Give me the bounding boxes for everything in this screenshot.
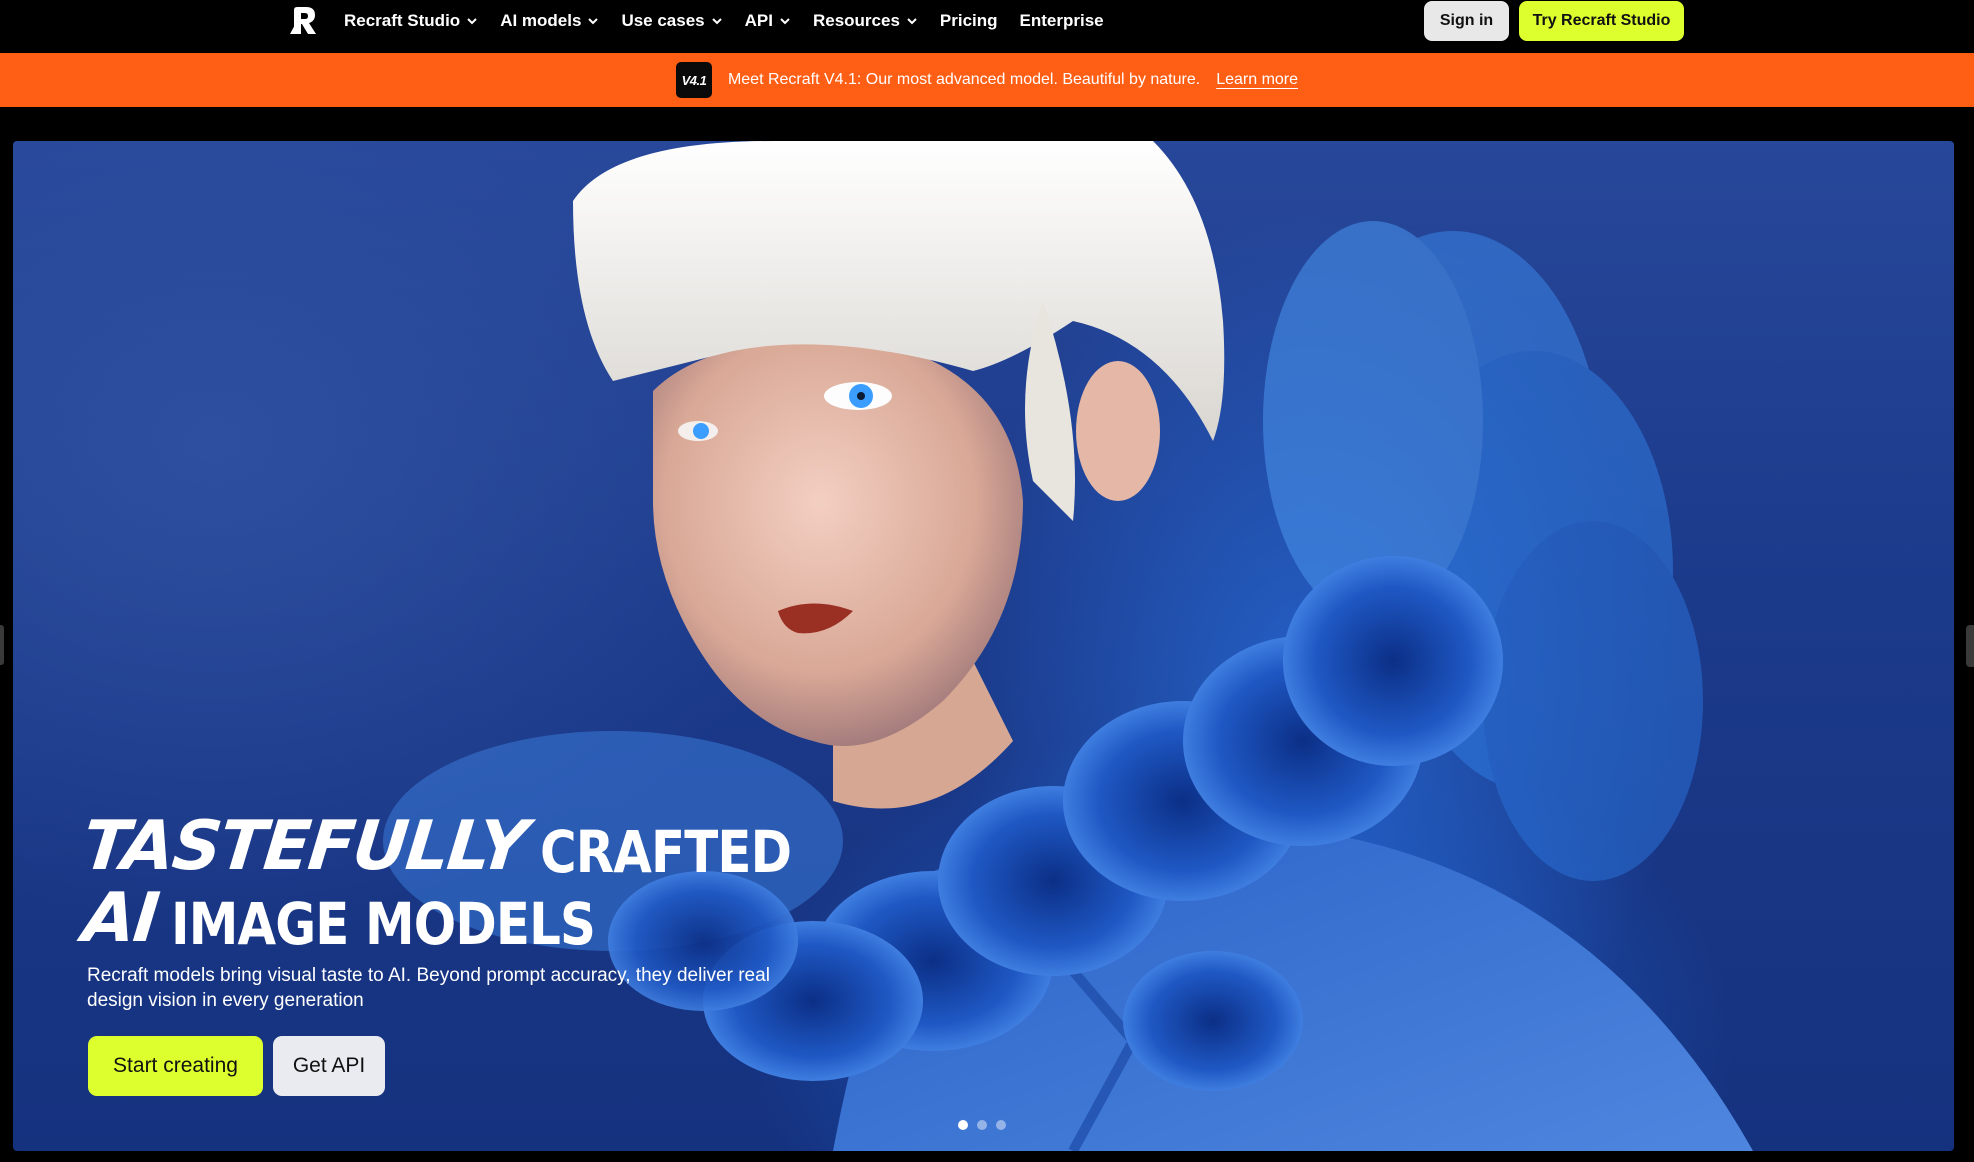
nav-item-label: AI models [500, 11, 582, 30]
nav-item-api[interactable]: API [745, 11, 791, 31]
chevron-down-icon [780, 18, 790, 25]
start-creating-button[interactable]: Start creating [88, 1036, 263, 1096]
nav-item-ai-models[interactable]: AI models [500, 11, 599, 31]
headline-line-2: AI IMAGE MODELS [79, 879, 843, 958]
hero-headline: TASTEFULLY CRAFTED AI IMAGE MODELS [79, 807, 843, 958]
learn-more-link[interactable]: Learn more [1216, 71, 1298, 89]
nav-item-use-cases[interactable]: Use cases [621, 11, 722, 31]
get-api-button[interactable]: Get API [273, 1036, 385, 1096]
try-recraft-studio-button[interactable]: Try Recraft Studio [1519, 1, 1684, 41]
headline-italic-word: TASTEFULLY [78, 807, 530, 886]
nav-item-label: Enterprise [1019, 11, 1104, 30]
nav-item-enterprise[interactable]: Enterprise [1020, 11, 1104, 31]
carousel-dot[interactable] [977, 1120, 987, 1130]
nav-item-label: Pricing [939, 11, 998, 30]
chevron-down-icon [907, 18, 917, 25]
carousel-dot[interactable] [996, 1120, 1006, 1130]
version-badge: V4.1 [675, 62, 712, 98]
nav-item-recraft-studio[interactable]: Recraft Studio [344, 11, 478, 31]
nav-item-pricing[interactable]: Pricing [940, 11, 998, 31]
hero-carousel: TASTEFULLY CRAFTED AI IMAGE MODELS Recra… [13, 141, 1954, 1151]
sign-in-button[interactable]: Sign in [1424, 1, 1509, 41]
headline-line-1: TASTEFULLY CRAFTED [79, 807, 843, 886]
nav-item-label: API [744, 11, 773, 30]
left-scroll-handle[interactable] [0, 625, 4, 665]
chevron-down-icon [588, 18, 599, 25]
announcement-banner: V4.1 Meet Recraft V4.1: Our most advance… [0, 53, 1974, 107]
carousel-dot[interactable] [958, 1120, 968, 1130]
hero-subtext: Recraft models bring visual taste to AI.… [87, 965, 770, 1011]
headline-italic-word: AI [78, 879, 162, 958]
carousel-dots [958, 1120, 1006, 1130]
nav-item-label: Resources [812, 11, 900, 30]
recraft-logo-icon[interactable] [288, 4, 320, 36]
nav-links: Recraft Studio AI models Use cases API R… [344, 0, 1104, 42]
headline-regular-word: IMAGE MODELS [170, 890, 596, 958]
chevron-down-icon [711, 18, 722, 25]
right-scroll-handle[interactable] [1966, 625, 1974, 667]
banner-text: Meet Recraft V4.1: Our most advanced mod… [727, 71, 1201, 88]
nav-item-resources[interactable]: Resources [813, 11, 918, 31]
nav-item-label: Use cases [621, 11, 705, 30]
nav-item-label: Recraft Studio [344, 11, 461, 30]
chevron-down-icon [467, 18, 477, 25]
top-nav: Recraft Studio AI models Use cases API R… [0, 0, 1974, 53]
headline-regular-word: CRAFTED [539, 818, 792, 886]
